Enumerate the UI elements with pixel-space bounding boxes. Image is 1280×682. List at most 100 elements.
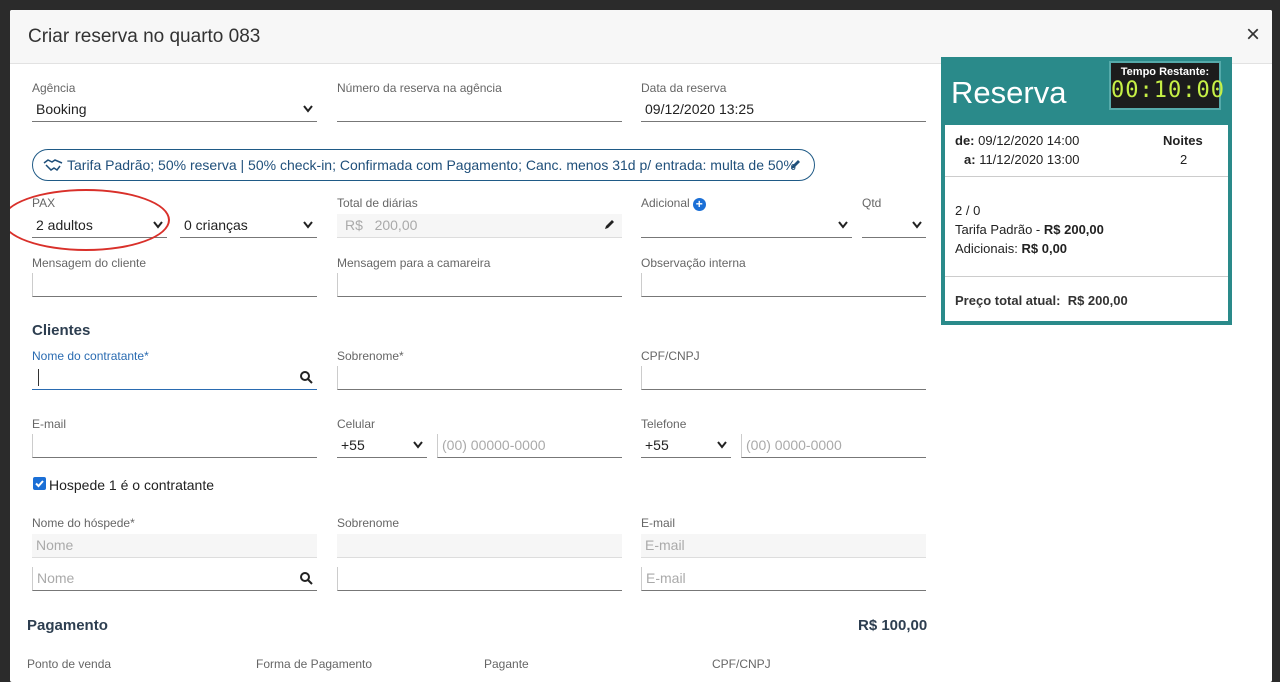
additional-summary-label: Adicionais: (955, 241, 1018, 256)
timer-label: Tempo Restante: (1120, 66, 1210, 78)
payment-col-cpf: CPF/CNPJ (712, 657, 771, 671)
children-value: 0 crianças (184, 217, 248, 233)
payment-col-payer: Pagante (484, 657, 529, 671)
modal-header: Criar reserva no quarto 083 × (10, 10, 1272, 64)
additional-summary-value: R$ 0,00 (1021, 241, 1068, 256)
tariff-text: Tarifa Padrão; 50% reserva | 50% check-i… (67, 157, 796, 173)
handshake-icon (43, 159, 63, 172)
guest-email-placeholder: E-mail (645, 537, 685, 553)
tariff-selector[interactable]: Tarifa Padrão; 50% reserva | 50% check-i… (32, 149, 815, 181)
currency-prefix: R$ (345, 217, 363, 233)
daily-total-input: R$ 200,00 (337, 214, 622, 238)
checkmark-icon (35, 480, 44, 488)
summary-pax: 2 / 0 (955, 203, 981, 218)
guest2-surname-input[interactable] (337, 567, 622, 591)
mobile-code-value: +55 (341, 437, 365, 453)
chevron-down-icon (717, 441, 727, 449)
additional-select[interactable] (641, 214, 852, 238)
close-button[interactable]: × (1242, 23, 1264, 47)
guest-name-placeholder: Nome (36, 537, 74, 553)
contractor-name-input[interactable] (32, 366, 317, 390)
daily-total-value: 200,00 (374, 217, 418, 233)
mobile-number-input[interactable]: (00) 00000-0000 (437, 434, 622, 458)
reservation-summary-panel: Reserva Tempo Restante: 00:10:00 de: 09/… (941, 57, 1232, 325)
contractor-name-label: Nome do contratante* (32, 349, 149, 363)
guest-name-label: Nome do hóspede* (32, 516, 135, 530)
surname-input[interactable] (337, 366, 622, 390)
additional-label: Adicional + (641, 196, 706, 211)
guest-is-contractor-checkbox[interactable] (33, 477, 46, 490)
mobile-label: Celular (337, 417, 376, 431)
search-icon[interactable] (299, 370, 313, 384)
agency-select[interactable]: Booking (32, 98, 317, 122)
mobile-placeholder: (00) 00000-0000 (442, 437, 546, 453)
to-value: 11/12/2020 13:00 (979, 152, 1080, 167)
create-reservation-modal: Criar reserva no quarto 083 × Agência Bo… (10, 10, 1272, 682)
search-icon[interactable] (299, 571, 313, 585)
guest-email-readonly: E-mail (641, 534, 926, 558)
clients-section-title: Clientes (32, 322, 91, 339)
from-label: de: (955, 133, 975, 148)
pencil-icon[interactable] (789, 158, 802, 171)
email-label: E-mail (32, 417, 67, 431)
cpf-input[interactable] (641, 366, 926, 390)
phone-country-code-select[interactable]: +55 (641, 434, 731, 458)
mobile-country-code-select[interactable]: +55 (337, 434, 427, 458)
from-value: 09/12/2020 14:00 (978, 133, 1080, 148)
nights-label: Noites (1163, 133, 1203, 148)
internal-note-label: Observação interna (641, 256, 746, 270)
countdown-timer: Tempo Restante: 00:10:00 (1109, 61, 1224, 110)
booking-date-input[interactable]: 09/12/2020 13:25 (641, 98, 926, 122)
chevron-down-icon (413, 441, 423, 449)
agency-value: Booking (36, 101, 87, 117)
total-label: Preço total atual: (955, 293, 1061, 308)
chevron-down-icon (303, 221, 313, 229)
to-label: a: (964, 152, 976, 167)
phone-number-input[interactable]: (00) 0000-0000 (741, 434, 926, 458)
maid-message-label: Mensagem para a camareira (337, 256, 491, 270)
booking-number-input[interactable] (337, 98, 622, 122)
text-cursor (38, 369, 39, 386)
phone-code-value: +55 (645, 437, 669, 453)
tariff-label: Tarifa Padrão - (955, 222, 1041, 237)
payment-col-pos: Ponto de venda (27, 657, 112, 671)
guest2-email-placeholder: E-mail (646, 570, 686, 586)
internal-note-input[interactable] (641, 273, 926, 297)
surname-label: Sobrenome* (337, 349, 404, 363)
maid-message-input[interactable] (337, 273, 622, 297)
summary-total: Preço total atual: R$ 200,00 (945, 277, 1228, 321)
payment-col-method: Forma de Pagamento (256, 657, 373, 671)
qty-select[interactable] (862, 214, 926, 238)
client-message-label: Mensagem do cliente (32, 256, 147, 270)
chevron-down-icon (912, 221, 922, 229)
guest-name-readonly: Nome (32, 534, 317, 558)
guest2-name-placeholder: Nome (37, 570, 75, 586)
pencil-icon[interactable] (603, 218, 616, 231)
chevron-down-icon (303, 105, 313, 113)
guest-surname-readonly (337, 534, 622, 558)
guest-is-contractor-label: Hospede 1 é o contratante (49, 477, 215, 493)
client-message-input[interactable] (32, 273, 317, 297)
guest2-email-input[interactable]: E-mail (641, 567, 926, 591)
modal-title: Criar reserva no quarto 083 (28, 26, 261, 47)
email-input[interactable] (32, 434, 317, 458)
tariff-value: R$ 200,00 (1043, 222, 1104, 237)
add-circle-icon[interactable]: + (692, 198, 706, 211)
cpf-label: CPF/CNPJ (641, 349, 700, 363)
guest-email-label: E-mail (641, 516, 676, 530)
summary-title: Reserva (951, 75, 1067, 110)
additional-label-text: Adicional (641, 196, 690, 210)
summary-header: Reserva Tempo Restante: 00:10:00 (945, 61, 1228, 125)
daily-total-label: Total de diárias (337, 196, 418, 210)
guest2-name-input[interactable]: Nome (32, 567, 317, 591)
qty-label: Qtd (862, 196, 882, 210)
phone-placeholder: (00) 0000-0000 (746, 437, 842, 453)
chevron-down-icon (838, 221, 848, 229)
booking-date-label: Data da reserva (641, 81, 727, 95)
payment-amount: R$ 100,00 (858, 617, 928, 634)
children-select[interactable]: 0 crianças (180, 214, 317, 238)
booking-number-label: Número da reserva na agência (337, 81, 502, 95)
summary-dates: de: 09/12/2020 14:00 a: 11/12/2020 13:00… (945, 125, 1228, 177)
payment-section-title: Pagamento (27, 617, 108, 634)
agency-label: Agência (32, 81, 76, 95)
